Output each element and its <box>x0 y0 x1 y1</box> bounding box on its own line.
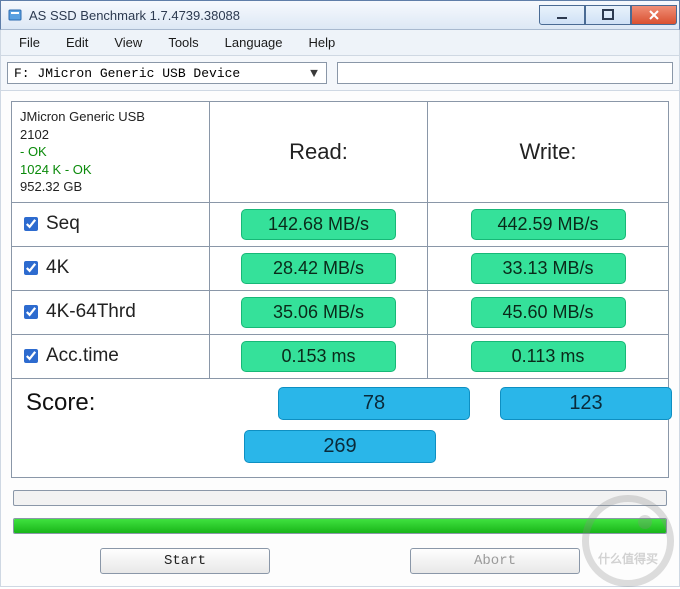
score-area: Score: 78 123 269 <box>12 379 668 477</box>
row-4k: 4K 28.42 MB/s 33.13 MB/s <box>12 247 668 291</box>
menubar: File Edit View Tools Language Help <box>0 30 680 56</box>
device-info-cell: JMicron Generic USB 2102 - OK 1024 K - O… <box>12 102 210 202</box>
label-4k: 4K <box>46 257 69 279</box>
results-grid: JMicron Generic USB 2102 - OK 1024 K - O… <box>11 101 669 478</box>
drive-row: F: JMicron Generic USB Device ▼ <box>0 56 680 91</box>
menu-language[interactable]: Language <box>213 32 295 53</box>
row-seq: Seq 142.68 MB/s 442.59 MB/s <box>12 203 668 247</box>
row-4k64: 4K-64Thrd 35.06 MB/s 45.60 MB/s <box>12 291 668 335</box>
score-read: 78 <box>278 387 470 420</box>
device-name: JMicron Generic USB <box>20 109 145 124</box>
label-seq: Seq <box>46 213 80 235</box>
menu-help[interactable]: Help <box>297 32 348 53</box>
path-input[interactable] <box>337 62 673 84</box>
seq-write: 442.59 MB/s <box>471 209 626 240</box>
4k64-write: 45.60 MB/s <box>471 297 626 328</box>
button-row: Start Abort <box>11 548 669 574</box>
4k64-read: 35.06 MB/s <box>241 297 396 328</box>
chevron-down-icon: ▼ <box>306 66 322 81</box>
check-4k[interactable] <box>24 261 38 275</box>
acc-read: 0.153 ms <box>241 341 396 372</box>
header-row: JMicron Generic USB 2102 - OK 1024 K - O… <box>12 102 668 203</box>
score-write: 123 <box>500 387 672 420</box>
window-title: AS SSD Benchmark 1.7.4739.38088 <box>29 8 539 23</box>
device-model: 2102 <box>20 127 49 142</box>
label-acc: Acc.time <box>46 345 119 367</box>
score-total: 269 <box>244 430 436 463</box>
score-label: Score: <box>20 389 218 417</box>
abort-button[interactable]: Abort <box>410 548 580 574</box>
device-status2: 1024 K - OK <box>20 162 92 177</box>
row-acc: Acc.time 0.153 ms 0.113 ms <box>12 335 668 379</box>
header-read: Read: <box>210 102 428 202</box>
4k-read: 28.42 MB/s <box>241 253 396 284</box>
drive-select-value: F: JMicron Generic USB Device <box>14 66 240 81</box>
4k-write: 33.13 MB/s <box>471 253 626 284</box>
window-buttons <box>539 6 677 25</box>
header-write: Write: <box>428 102 668 202</box>
device-capacity: 952.32 GB <box>20 179 82 194</box>
check-seq[interactable] <box>24 217 38 231</box>
seq-read: 142.68 MB/s <box>241 209 396 240</box>
start-button[interactable]: Start <box>100 548 270 574</box>
titlebar: AS SSD Benchmark 1.7.4739.38088 <box>0 0 680 30</box>
progress-test <box>13 490 667 506</box>
menu-tools[interactable]: Tools <box>156 32 210 53</box>
menu-file[interactable]: File <box>7 32 52 53</box>
check-acc[interactable] <box>24 349 38 363</box>
close-button[interactable] <box>631 5 677 25</box>
minimize-button[interactable] <box>539 5 585 25</box>
drive-select[interactable]: F: JMicron Generic USB Device ▼ <box>7 62 327 84</box>
label-4k64: 4K-64Thrd <box>46 301 136 323</box>
menu-view[interactable]: View <box>102 32 154 53</box>
menu-edit[interactable]: Edit <box>54 32 100 53</box>
maximize-button[interactable] <box>585 5 631 25</box>
check-4k64[interactable] <box>24 305 38 319</box>
content-area: JMicron Generic USB 2102 - OK 1024 K - O… <box>0 91 680 587</box>
acc-write: 0.113 ms <box>471 341 626 372</box>
progress-overall <box>13 518 667 534</box>
app-icon <box>7 7 23 23</box>
device-status1: - OK <box>20 144 47 159</box>
